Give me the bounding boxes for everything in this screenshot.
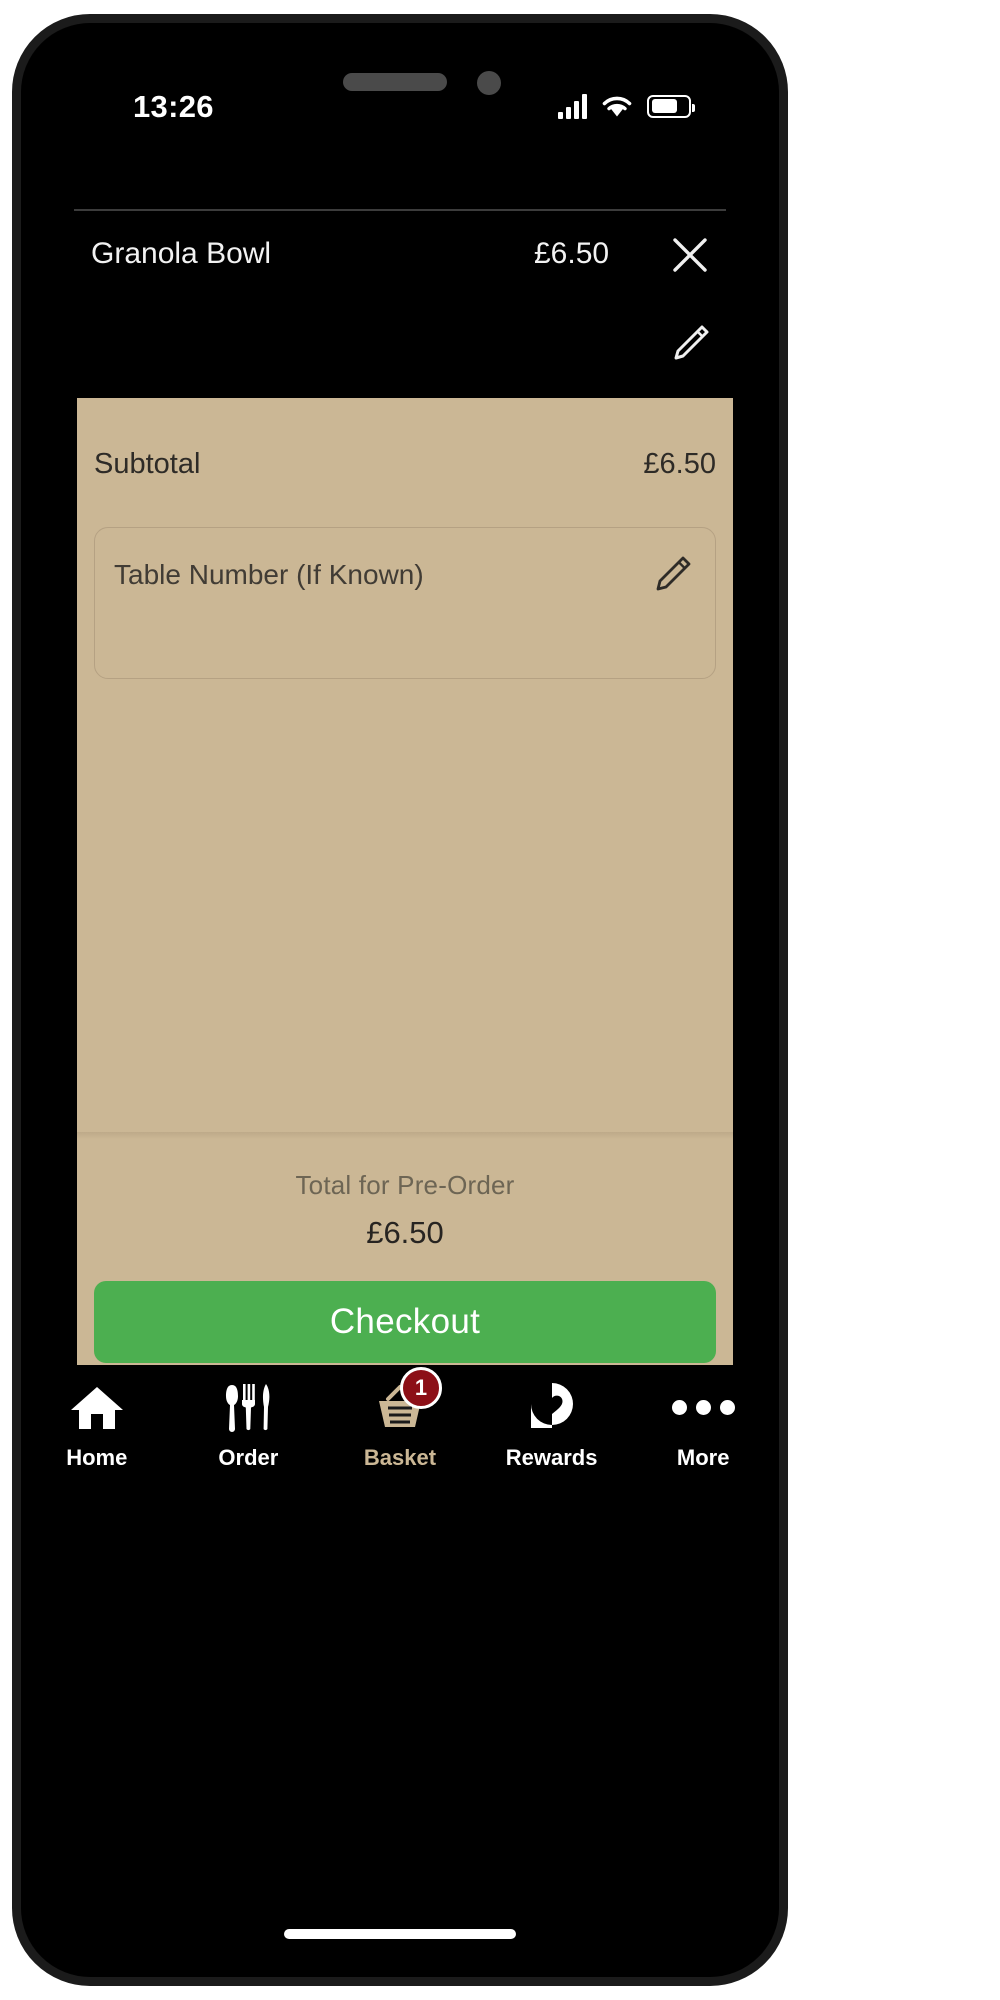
home-icon: [68, 1379, 126, 1435]
phone-screen: 13:26 Granola Bowl £6.50 Subtotal £6.50 …: [21, 23, 779, 1977]
subtotal-value: £6.50: [643, 448, 716, 480]
table-number-placeholder: Table Number (If Known): [114, 559, 424, 590]
basket-icon: 1: [370, 1367, 442, 1435]
summary-scroll-area: Subtotal £6.50 Table Number (If Known): [77, 398, 733, 1139]
tab-rewards[interactable]: Rewards: [476, 1379, 628, 1471]
tab-order[interactable]: Order: [173, 1379, 325, 1471]
wifi-icon: [602, 96, 632, 117]
close-icon[interactable]: [664, 229, 716, 281]
home-indicator[interactable]: [284, 1929, 516, 1939]
status-bar-clock: 13:26: [133, 89, 214, 124]
earpiece-speaker: [343, 73, 447, 91]
tab-label-order: Order: [218, 1445, 279, 1470]
status-bar: 13:26: [21, 23, 779, 153]
tab-more[interactable]: More: [627, 1379, 779, 1471]
tab-basket[interactable]: 1 Basket: [324, 1367, 476, 1471]
cart-item-row: Granola Bowl £6.50: [74, 211, 726, 379]
heart-pin-icon: [525, 1379, 579, 1435]
cart-item-name: Granola Bowl: [91, 237, 272, 270]
pencil-icon[interactable]: [649, 550, 697, 598]
checkout-button-label: Checkout: [329, 1302, 481, 1341]
tab-label-rewards: Rewards: [505, 1445, 598, 1470]
phone-device-frame: 13:26 Granola Bowl £6.50 Subtotal £6.50 …: [12, 14, 788, 1986]
basket-badge-count: 1: [399, 1367, 442, 1409]
subtotal-row: Subtotal £6.50: [94, 448, 716, 481]
checkout-button[interactable]: Checkout: [94, 1281, 716, 1363]
order-summary-panel: Subtotal £6.50 Table Number (If Known) T…: [77, 398, 733, 1365]
cutlery-icon: [222, 1379, 274, 1435]
cart-item-price: £6.50: [534, 237, 610, 270]
tab-label-home: Home: [66, 1445, 128, 1470]
cellular-signal-icon: [558, 93, 587, 119]
ellipsis-icon: [671, 1379, 735, 1435]
status-bar-icons: [558, 89, 695, 123]
tab-home[interactable]: Home: [21, 1379, 173, 1471]
total-label: Total for Pre-Order: [295, 1170, 515, 1200]
summary-divider: [77, 1132, 733, 1139]
battery-icon: [647, 94, 695, 118]
front-camera-icon: [477, 71, 501, 95]
tab-label-basket: Basket: [363, 1445, 437, 1470]
bottom-tab-bar: Home Order 1 Basket Rewards More: [21, 1365, 779, 1505]
total-value: £6.50: [366, 1215, 444, 1250]
order-total-block: Total for Pre-Order £6.50: [77, 1170, 733, 1251]
tab-label-more: More: [676, 1445, 730, 1470]
cart-items-section: Granola Bowl £6.50: [21, 209, 779, 379]
pencil-icon[interactable]: [664, 317, 716, 369]
subtotal-label: Subtotal: [94, 448, 201, 480]
table-number-input[interactable]: Table Number (If Known): [94, 527, 716, 679]
